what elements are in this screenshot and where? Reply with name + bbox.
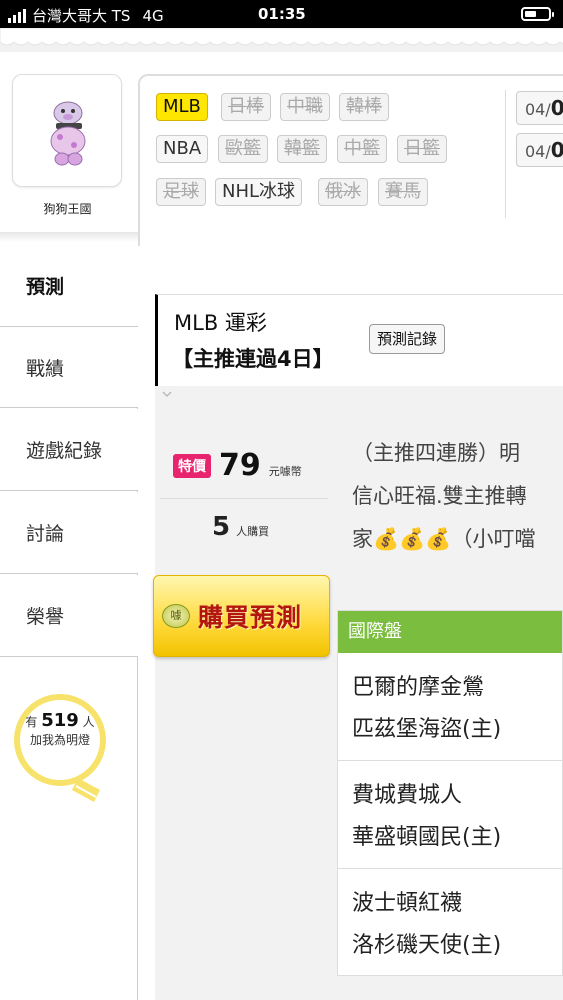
price-divider: [160, 498, 328, 499]
prediction-description: （主推四連勝）明 信心旺福.雙主推轉 家💰💰💰（小叮噹: [352, 432, 563, 561]
sidebar-item-honor[interactable]: 榮譽: [0, 575, 138, 657]
away-team: 波士頓紅襪: [352, 891, 463, 916]
prediction-record-button[interactable]: 預測記錄: [369, 324, 446, 354]
category-chip-nhl[interactable]: NHL冰球: [215, 178, 303, 206]
home-team: 洛杉磯天使(主): [352, 933, 502, 958]
home-team: 匹茲堡海盜(主): [352, 717, 502, 742]
battery-icon: [521, 7, 554, 21]
avatar[interactable]: [12, 74, 122, 187]
category-divider: [505, 90, 506, 218]
sidebar-item-record[interactable]: 戰績: [0, 326, 138, 408]
light-prefix: 有: [25, 715, 38, 729]
description-line: 家💰💰💰（小叮噹: [352, 527, 536, 551]
games-header: 國際盤: [338, 611, 562, 653]
away-team: 費城費城人: [352, 783, 463, 808]
price-value: 79: [219, 448, 261, 483]
category-chip-khl[interactable]: 俄冰: [318, 178, 368, 206]
sidebar-item-discussion[interactable]: 討論: [0, 492, 138, 574]
buy-prediction-button[interactable]: 噱 購買預測: [153, 575, 330, 657]
status-bar: 台灣大哥大 TS 4G 01:35: [0, 0, 563, 28]
special-price-badge: 特價: [173, 453, 211, 478]
light-count: 有 519 人 加我為明燈: [10, 712, 110, 749]
game-row[interactable]: 波士頓紅襪 洛杉磯天使(主): [338, 869, 562, 977]
date-day: 0: [551, 138, 563, 162]
category-chip-horse-racing[interactable]: 賽馬: [378, 178, 428, 206]
signal-icon: [8, 8, 26, 23]
description-line: 信心旺福.雙主推轉: [352, 484, 527, 508]
game-row[interactable]: 巴爾的摩金鶯 匹茲堡海盜(主): [338, 653, 562, 761]
header-wave-decoration: [0, 28, 563, 52]
light-suffix: 人: [82, 715, 95, 729]
profile-name: 狗狗王國: [43, 202, 92, 216]
date-button[interactable]: 04/0: [516, 91, 563, 125]
light-count-number: 519: [41, 710, 79, 731]
category-chip-npb[interactable]: 日棒: [221, 93, 271, 121]
category-chip-japan-basketball[interactable]: 日籃: [397, 135, 447, 163]
coin-icon: 噱: [162, 604, 190, 628]
clock: 01:35: [258, 5, 306, 23]
category-chip-mlb[interactable]: MLB: [156, 93, 208, 121]
price-unit: 元噱幣: [268, 464, 302, 478]
date-button[interactable]: 04/0: [516, 133, 563, 167]
buyer-count-unit: 人購買: [236, 525, 270, 538]
date-day: 0: [551, 96, 563, 120]
sidebar-divider: [0, 232, 138, 242]
category-chip-euro-basketball[interactable]: 歐籃: [218, 135, 268, 163]
sidebar-item-label: 預測: [26, 275, 65, 298]
date-month: 04/: [525, 100, 551, 119]
carrier-label: 台灣大哥大 TS: [32, 7, 131, 25]
buyer-count-value: 5: [212, 512, 231, 542]
price-info: 特價 79 元噱幣: [173, 448, 302, 483]
category-chip-korea-basketball[interactable]: 韓籃: [277, 135, 327, 163]
away-team: 巴爾的摩金鶯: [352, 675, 485, 700]
sidebar-item-prediction[interactable]: 預測: [0, 244, 139, 326]
caret-icon: [162, 391, 172, 398]
buy-prediction-label: 購買預測: [198, 603, 303, 632]
category-chip-soccer[interactable]: 足球: [156, 178, 206, 206]
sidebar-item-label: 戰績: [26, 357, 65, 380]
page-subtitle: 【主推連過4日】: [172, 347, 334, 371]
category-chip-kbo[interactable]: 韓棒: [339, 93, 389, 121]
prediction-header: MLB 運彩 【主推連過4日】 預測記錄: [155, 294, 563, 386]
category-chip-nba[interactable]: NBA: [156, 135, 209, 163]
sidebar-item-label: 討論: [26, 523, 65, 545]
category-chip-china-basketball[interactable]: 中籃: [337, 135, 387, 163]
light-caption: 加我為明燈: [29, 733, 90, 747]
sidebar-item-game-log[interactable]: 遊戲紀錄: [0, 409, 138, 491]
description-line: （主推四連勝）明: [352, 441, 520, 465]
games-panel: 國際盤 巴爾的摩金鶯 匹茲堡海盜(主) 費城費城人 華盛頓國民(主) 波士頓紅襪…: [337, 610, 563, 976]
home-team: 華盛頓國民(主): [352, 825, 502, 850]
game-row[interactable]: 費城費城人 華盛頓國民(主): [338, 761, 562, 869]
light-bulb-icon[interactable]: [8, 690, 128, 810]
sidebar: 預測 戰績 遊戲紀錄 討論 榮譽: [0, 244, 139, 1000]
page-title: MLB 運彩: [174, 311, 267, 335]
category-chip-cpbl[interactable]: 中職: [280, 93, 330, 121]
date-month: 04/: [525, 142, 551, 161]
pig-mascot-icon: [50, 101, 86, 166]
sidebar-item-label: 遊戲紀錄: [26, 440, 103, 462]
network-label: 4G: [142, 6, 164, 25]
sidebar-item-label: 榮譽: [26, 606, 65, 628]
buyer-count: 5 人購買: [212, 512, 269, 542]
